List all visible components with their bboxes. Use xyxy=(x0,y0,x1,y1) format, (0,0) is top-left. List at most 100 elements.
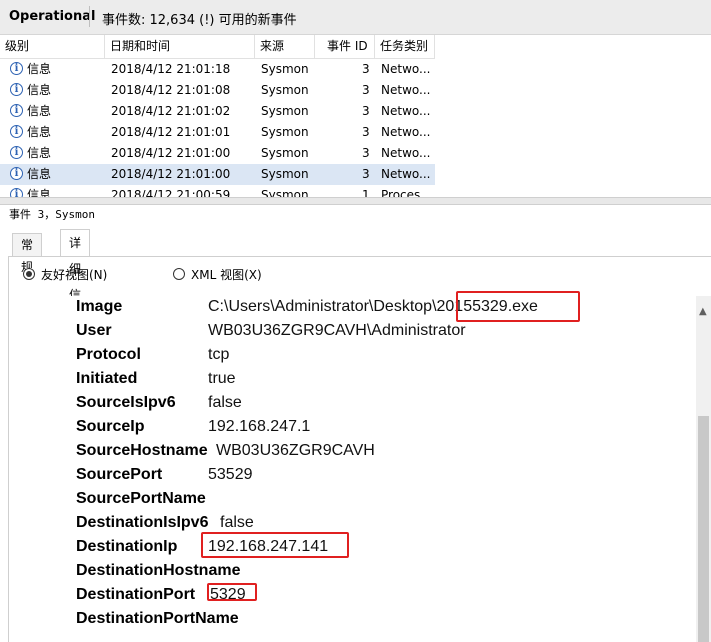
column-header-event-id[interactable]: 事件 ID xyxy=(315,35,375,58)
field-key: SourceIsIpv6 xyxy=(76,394,176,411)
event-source: Sysmon xyxy=(261,104,309,118)
field-key: DestinationIsIpv6 xyxy=(76,514,209,531)
tab-details[interactable]: 详细信息 xyxy=(60,229,91,328)
event-datetime: 2018/4/12 21:01:01 xyxy=(111,125,231,139)
info-circle-icon: i xyxy=(10,167,23,180)
field-value: false xyxy=(208,394,242,411)
field-row-destination-hostname: DestinationHostname xyxy=(32,560,696,584)
tab-general[interactable]: 常规 xyxy=(12,233,43,274)
event-datetime: 2018/4/12 21:01:00 xyxy=(111,146,231,160)
field-value: 192.168.247.1 xyxy=(208,418,311,435)
detail-scrollbar[interactable]: ▲ xyxy=(696,296,711,642)
field-key: Protocol xyxy=(76,346,141,363)
field-value: tcp xyxy=(208,346,230,363)
event-source: Sysmon xyxy=(261,167,309,181)
field-key: SourceIp xyxy=(76,418,145,435)
pane-splitter[interactable] xyxy=(0,197,711,205)
friendly-view-label[interactable]: 友好视图(N) xyxy=(41,266,107,283)
info-circle-icon: i xyxy=(10,146,23,159)
field-value: true xyxy=(208,370,236,387)
field-key: DestinationPort xyxy=(76,586,196,603)
event-level: 信息 xyxy=(27,125,52,139)
event-row[interactable]: i 信息 2018/4/12 21:01:02 Sysmon 3 Netwo..… xyxy=(0,101,435,122)
field-row-initiated: Initiated true xyxy=(32,368,696,392)
field-row-protocol: Protocol tcp xyxy=(32,344,696,368)
field-row-source-ip: SourceIp 192.168.247.1 xyxy=(32,416,696,440)
field-row-destination-ip: DestinationIp 192.168.247.141 xyxy=(32,536,696,560)
field-value: WB03U36ZGR9CAVH xyxy=(216,442,375,459)
field-key: DestinationIp xyxy=(76,538,178,555)
event-list[interactable]: 级别 日期和时间 来源 事件 ID 任务类别 i 信息 2018/4/12 21… xyxy=(0,35,711,197)
column-header-source[interactable]: 来源 xyxy=(255,35,315,58)
field-row-source-port-name: SourcePortName xyxy=(32,488,696,512)
event-task-category: Netwo... xyxy=(381,62,431,76)
field-row-image: Image C:\Users\Administrator\Desktop\201… xyxy=(32,296,696,320)
event-level: 信息 xyxy=(27,83,52,97)
field-row-destination-port-name: DestinationPortName xyxy=(32,608,696,632)
field-row-source-port: SourcePort 53529 xyxy=(32,464,696,488)
log-name: Operational xyxy=(9,9,96,24)
column-header-level[interactable]: 级别 xyxy=(0,35,105,58)
event-id: 3 xyxy=(362,125,370,139)
event-level: 信息 xyxy=(27,104,52,118)
event-id: 3 xyxy=(362,167,370,181)
scrollbar-thumb[interactable] xyxy=(698,416,709,642)
event-row[interactable]: i 信息 2018/4/12 21:01:18 Sysmon 3 Netwo..… xyxy=(0,59,435,80)
detail-title: 事件 3，Sysmon xyxy=(9,208,95,221)
column-header-task-category[interactable]: 任务类别 xyxy=(375,35,435,58)
event-task-category: Netwo... xyxy=(381,167,431,181)
pane-border xyxy=(8,257,9,642)
info-circle-icon: i xyxy=(10,62,23,75)
field-row-destination-is-ipv6: DestinationIsIpv6 false xyxy=(32,512,696,536)
event-row[interactable]: i 信息 2018/4/12 21:00:59 Sysmon 1 Proces.… xyxy=(0,185,435,197)
chevron-up-icon[interactable]: ▲ xyxy=(699,306,707,317)
field-key: Image xyxy=(76,298,123,315)
field-key: Initiated xyxy=(76,370,138,387)
event-id: 3 xyxy=(362,146,370,160)
event-task-category: Netwo... xyxy=(381,146,431,160)
highlight-box-image xyxy=(456,291,580,322)
field-value: false xyxy=(220,514,254,531)
event-task-category: Netwo... xyxy=(381,83,431,97)
event-row[interactable]: i 信息 2018/4/12 21:01:00 Sysmon 3 Netwo..… xyxy=(0,143,435,164)
event-task-category: Netwo... xyxy=(381,125,431,139)
info-circle-icon: i xyxy=(10,104,23,117)
field-row-source-is-ipv6: SourceIsIpv6 false xyxy=(32,392,696,416)
event-row[interactable]: i 信息 2018/4/12 21:01:01 Sysmon 3 Netwo..… xyxy=(0,122,435,143)
field-value: 53529 xyxy=(208,466,253,483)
event-id: 1 xyxy=(362,188,370,197)
event-task-category: Proces... xyxy=(381,188,432,197)
event-row[interactable]: i 信息 2018/4/12 21:01:08 Sysmon 3 Netwo..… xyxy=(0,80,435,101)
event-level: 信息 xyxy=(27,167,52,181)
event-row-selected[interactable]: i 信息 2018/4/12 21:01:00 Sysmon 3 Netwo..… xyxy=(0,164,435,185)
field-key: SourceHostname xyxy=(76,442,208,459)
field-key: SourcePortName xyxy=(76,490,206,507)
log-titlebar: Operational 事件数: 12,634 (!) 可用的新事件 xyxy=(0,0,711,35)
field-key: SourcePort xyxy=(76,466,163,483)
event-level: 信息 xyxy=(27,146,52,160)
field-row-source-hostname: SourceHostname WB03U36ZGR9CAVH xyxy=(32,440,696,464)
xml-view-radio[interactable] xyxy=(173,268,185,280)
tab-underline xyxy=(8,256,711,257)
friendly-view-radio[interactable] xyxy=(23,268,35,280)
field-key: DestinationHostname xyxy=(76,562,241,579)
event-id: 3 xyxy=(362,62,370,76)
event-list-header: 级别 日期和时间 来源 事件 ID 任务类别 xyxy=(0,35,435,59)
event-id: 3 xyxy=(362,83,370,97)
titlebar-divider xyxy=(89,6,90,27)
xml-view-label[interactable]: XML 视图(X) xyxy=(191,266,262,283)
event-source: Sysmon xyxy=(261,146,309,160)
event-datetime: 2018/4/12 21:01:08 xyxy=(111,83,231,97)
highlight-box-destination-ip xyxy=(201,532,349,558)
info-circle-icon: i xyxy=(10,125,23,138)
event-level: 信息 xyxy=(27,188,52,197)
event-level: 信息 xyxy=(27,62,52,76)
column-header-datetime[interactable]: 日期和时间 xyxy=(105,35,255,58)
info-circle-icon: i xyxy=(10,83,23,96)
field-row-destination-port: DestinationPort 5329 xyxy=(32,584,696,608)
event-source: Sysmon xyxy=(261,62,309,76)
view-options: 友好视图(N) XML 视图(X) xyxy=(0,262,711,290)
event-datetime: 2018/4/12 21:01:02 xyxy=(111,104,231,118)
event-source: Sysmon xyxy=(261,125,309,139)
event-datetime: 2018/4/12 21:01:00 xyxy=(111,167,231,181)
